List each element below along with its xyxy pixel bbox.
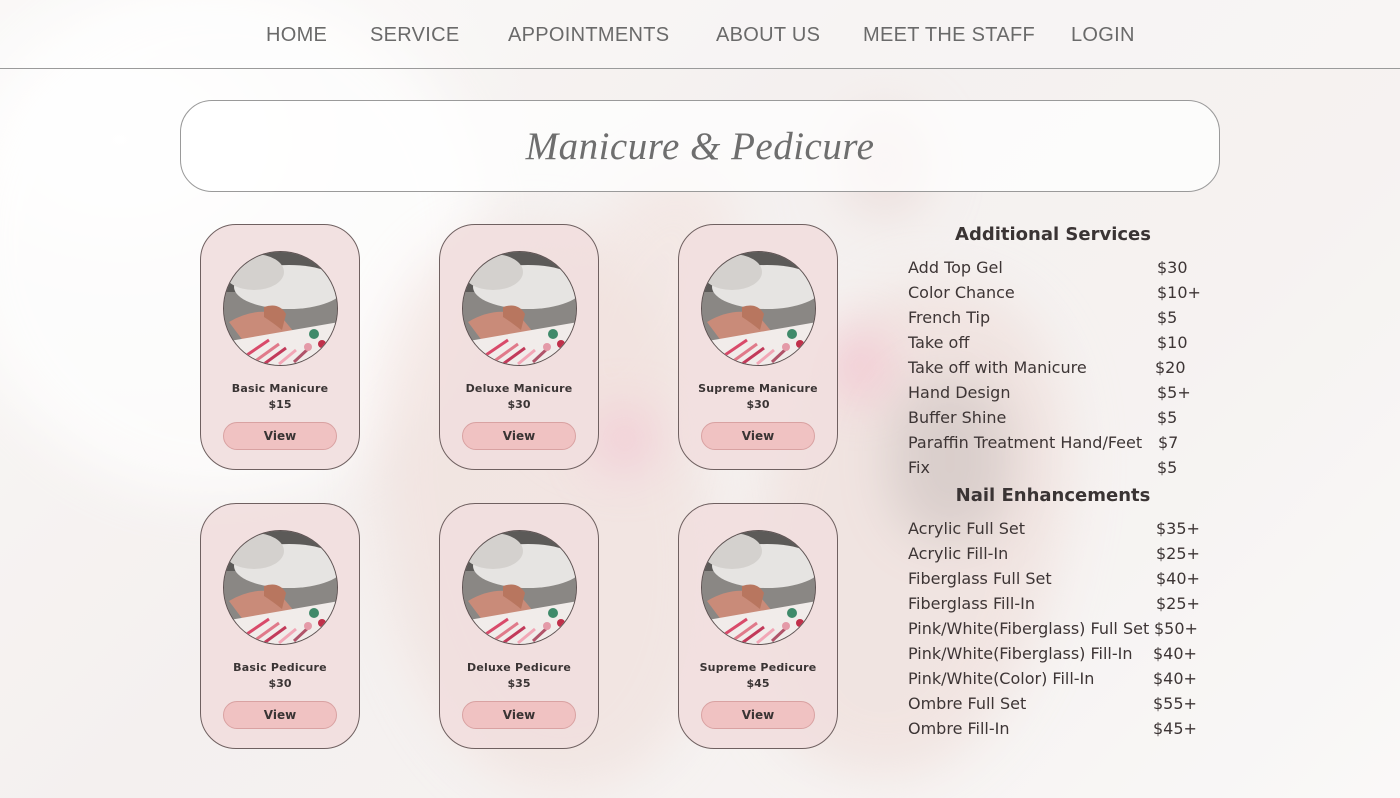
service-item-name: Pink/White(Fiberglass) Full Set [908, 619, 1150, 638]
service-item-price: $7 [1158, 433, 1179, 452]
service-photo [223, 251, 338, 366]
service-card: Deluxe Pedicure $35 View [439, 503, 599, 749]
service-item-name: Ombre Full Set [908, 694, 1027, 713]
view-button[interactable]: View [462, 701, 576, 729]
nav-about-us-link[interactable]: ABOUT US [716, 24, 820, 47]
service-item-name: Fix [908, 458, 930, 477]
price-list-row: French Tip $5 [908, 308, 1208, 333]
price-list-row: Fiberglass Full Set $40+ [908, 569, 1208, 594]
service-card: Basic Pedicure $30 View [200, 503, 360, 749]
service-item-price: $5 [1157, 458, 1178, 477]
service-card: Deluxe Manicure $30 View [439, 224, 599, 470]
service-item-price: $25+ [1156, 544, 1200, 563]
service-name: Deluxe Manicure [465, 382, 573, 395]
view-button[interactable]: View [223, 422, 337, 450]
view-button[interactable]: View [701, 422, 815, 450]
service-photo [701, 251, 816, 366]
price-list-row: Ombre Full Set $55+ [908, 694, 1208, 719]
price-list-row: Take off with Manicure $20 [908, 358, 1208, 383]
service-item-name: Add Top Gel [908, 258, 1003, 277]
page-title: Manicure & Pedicure [525, 124, 875, 168]
service-item-name: Buffer Shine [908, 408, 1007, 427]
service-item-price: $20 [1155, 358, 1186, 377]
price-list-row: Ombre Fill-In $45+ [908, 719, 1208, 744]
service-item-price: $40+ [1156, 569, 1200, 588]
service-item-price: $40+ [1153, 669, 1197, 688]
service-name: Basic Pedicure [233, 661, 327, 674]
additional-services-heading: Additional Services [955, 224, 1151, 245]
service-item-name: Take off with Manicure [908, 358, 1087, 377]
service-name: Supreme Manicure [698, 382, 818, 395]
service-item-name: French Tip [908, 308, 991, 327]
view-button[interactable]: View [462, 422, 576, 450]
service-card: Supreme Pedicure $45 View [678, 503, 838, 749]
service-price: $30 [507, 398, 531, 411]
price-list-row: Pink/White(Fiberglass) Full Set $50+ [908, 619, 1208, 644]
service-item-price: $10 [1157, 333, 1188, 352]
nav-login-link[interactable]: LOGIN [1071, 24, 1135, 47]
service-item-price: $5 [1157, 308, 1178, 327]
price-list-row: Paraffin Treatment Hand/Feet $7 [908, 433, 1208, 458]
service-item-name: Pink/White(Fiberglass) Fill-In [908, 644, 1133, 663]
service-photo [701, 530, 816, 645]
service-item-price: $30 [1157, 258, 1188, 277]
view-button[interactable]: View [223, 701, 337, 729]
service-name: Deluxe Pedicure [467, 661, 571, 674]
price-list-row: Add Top Gel $30 [908, 258, 1208, 283]
service-item-name: Hand Design [908, 383, 1011, 402]
service-card: Supreme Manicure $30 View [678, 224, 838, 470]
service-name: Supreme Pedicure [699, 661, 817, 674]
service-item-price: $35+ [1156, 519, 1200, 538]
service-item-name: Acrylic Fill-In [908, 544, 1009, 563]
service-item-price: $45+ [1153, 719, 1197, 738]
service-price: $15 [268, 398, 292, 411]
service-item-price: $40+ [1153, 644, 1197, 663]
service-item-price: $10+ [1157, 283, 1201, 302]
service-item-name: Take off [908, 333, 970, 352]
price-list-row: Hand Design $5+ [908, 383, 1208, 408]
service-item-name: Fiberglass Fill-In [908, 594, 1035, 613]
service-price: $30 [746, 398, 770, 411]
service-price: $30 [268, 677, 292, 690]
nail-enhancements-heading: Nail Enhancements [955, 485, 1151, 506]
nav-home-link[interactable]: HOME [266, 24, 327, 47]
service-price: $35 [507, 677, 531, 690]
price-list-row: Color Chance $10+ [908, 283, 1208, 308]
view-button[interactable]: View [701, 701, 815, 729]
service-item-price: $50+ [1154, 619, 1198, 638]
price-list-row: Acrylic Full Set $35+ [908, 519, 1208, 544]
top-nav: HOME SERVICE APPOINTMENTS ABOUT US MEET … [0, 0, 1400, 69]
service-item-name: Ombre Fill-In [908, 719, 1010, 738]
nav-meet-the-staff-link[interactable]: MEET THE STAFF [863, 24, 1035, 47]
price-list-row: Fiberglass Fill-In $25+ [908, 594, 1208, 619]
price-list-row: Pink/White(Color) Fill-In $40+ [908, 669, 1208, 694]
price-list-row: Acrylic Fill-In $25+ [908, 544, 1208, 569]
service-item-price: $5 [1157, 408, 1178, 427]
service-photo [462, 530, 577, 645]
service-card: Basic Manicure $15 View [200, 224, 360, 470]
service-item-name: Acrylic Full Set [908, 519, 1025, 538]
service-item-price: $5+ [1157, 383, 1191, 402]
price-list-row: Fix $5 [908, 458, 1208, 483]
page-title-banner: Manicure & Pedicure [180, 100, 1220, 192]
nav-service-link[interactable]: SERVICE [370, 24, 460, 47]
price-list-row: Take off $10 [908, 333, 1208, 358]
service-item-name: Fiberglass Full Set [908, 569, 1052, 588]
price-list-row: Buffer Shine $5 [908, 408, 1208, 433]
service-item-name: Color Chance [908, 283, 1015, 302]
service-item-name: Pink/White(Color) Fill-In [908, 669, 1095, 688]
price-list-row: Pink/White(Fiberglass) Fill-In $40+ [908, 644, 1208, 669]
service-item-price: $25+ [1156, 594, 1200, 613]
service-photo [462, 251, 577, 366]
service-photo [223, 530, 338, 645]
service-price: $45 [746, 677, 770, 690]
service-name: Basic Manicure [231, 382, 329, 395]
service-item-name: Paraffin Treatment Hand/Feet [908, 433, 1143, 452]
service-item-price: $55+ [1153, 694, 1197, 713]
nav-appointments-link[interactable]: APPOINTMENTS [508, 24, 669, 47]
